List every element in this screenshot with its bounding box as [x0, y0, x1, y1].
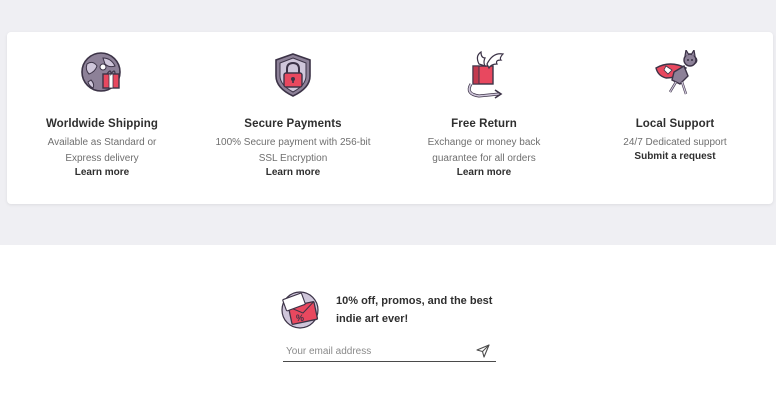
learn-more-link[interactable]: Learn more	[7, 167, 197, 178]
feature-title: Secure Payments	[244, 118, 342, 130]
feature-title: Local Support	[635, 118, 715, 130]
email-input[interactable]	[286, 343, 466, 359]
feature-title: Free Return	[451, 118, 517, 130]
feature-description: 100% Secure payment with 256-bit SSL Enc…	[215, 137, 371, 164]
discount-envelope-icon: %	[280, 288, 326, 332]
globe-gift-icon	[77, 50, 127, 100]
feature-secure-payments: Secure Payments 100% Secure payment with…	[198, 32, 388, 204]
features-card: Worldwide Shipping Available as Standard…	[7, 32, 773, 204]
learn-more-link[interactable]: Learn more	[389, 167, 579, 178]
superhero-cat-icon	[650, 50, 700, 100]
feature-local-support: Local Support 24/7 Dedicated support Sub…	[580, 32, 770, 204]
feature-description: Exchange or money back guarantee for all…	[427, 137, 541, 164]
feature-title: Worldwide Shipping	[45, 118, 159, 130]
email-field-row	[283, 342, 496, 362]
feature-description: Available as Standard or Express deliver…	[47, 137, 157, 164]
newsletter-promo-text: 10% off, promos, and the best indie art …	[336, 295, 493, 325]
learn-more-link[interactable]: Learn more	[198, 167, 388, 178]
feature-description: 24/7 Dedicated support	[623, 137, 727, 148]
features-band: Worldwide Shipping Available as Standard…	[0, 0, 776, 245]
winged-box-return-icon	[459, 50, 509, 100]
paper-plane-icon[interactable]	[476, 344, 490, 358]
svg-text:%: %	[296, 313, 304, 323]
newsletter-signup: % 10% off, promos, and the best indie ar…	[280, 285, 500, 365]
feature-free-return: Free Return Exchange or money back guara…	[389, 32, 579, 204]
feature-worldwide-shipping: Worldwide Shipping Available as Standard…	[7, 32, 197, 204]
shield-lock-icon	[268, 50, 318, 100]
submit-request-link[interactable]: Submit a request	[580, 151, 770, 162]
